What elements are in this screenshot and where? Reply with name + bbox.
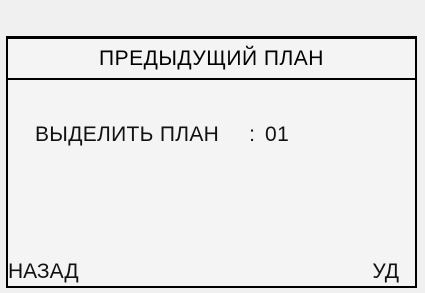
- screen-title: ПРЕДЫДУЩИЙ ПЛАН: [99, 46, 324, 70]
- back-softkey[interactable]: НАЗАД: [8, 260, 79, 284]
- plan-number-value[interactable]: 01: [265, 123, 289, 147]
- field-separator: :: [249, 123, 255, 146]
- delete-softkey[interactable]: УД: [372, 260, 399, 284]
- select-plan-label: ВЫДЕЛИТЬ ПЛАН: [35, 123, 220, 146]
- lcd-screen: ПРЕДЫДУЩИЙ ПЛАН ВЫДЕЛИТЬ ПЛАН : 01 НАЗАД…: [6, 36, 417, 288]
- top-strip: [0, 0, 425, 36]
- select-plan-field[interactable]: ВЫДЕЛИТЬ ПЛАН : 01: [35, 123, 289, 147]
- title-bar: ПРЕДЫДУЩИЙ ПЛАН: [8, 39, 415, 80]
